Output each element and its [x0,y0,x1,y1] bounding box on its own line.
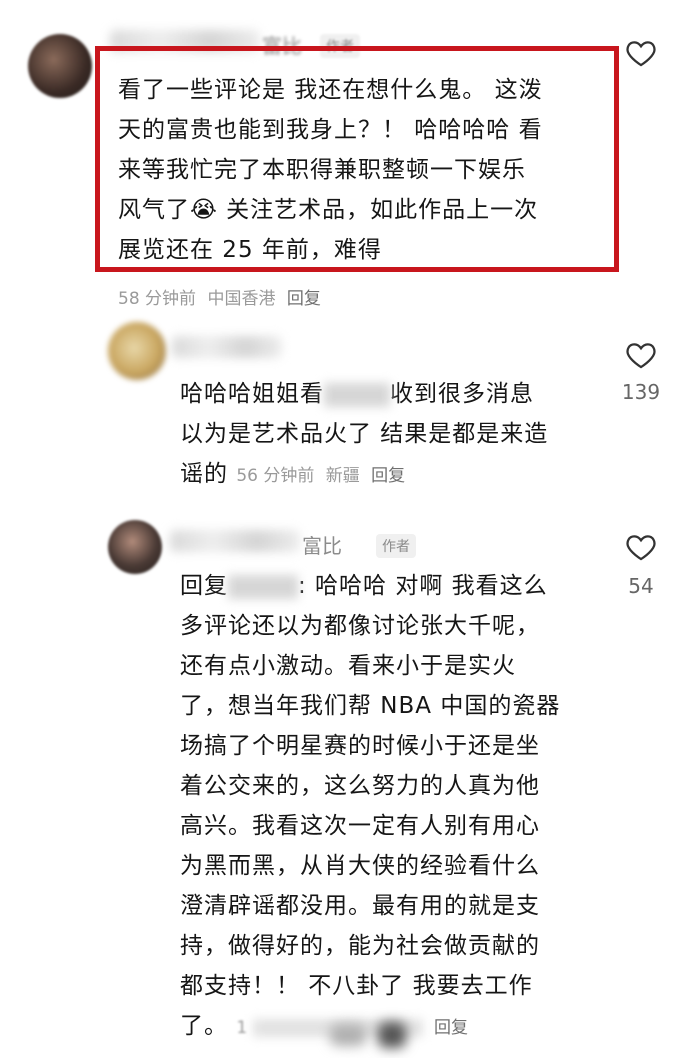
comment-line-end: : 哈哈哈 对啊 我看这么 [298,573,548,599]
blurred-mention [324,382,390,407]
heart-outline-icon[interactable] [624,530,658,564]
blur-overlay [330,1024,366,1046]
comment-line: 多评论还以为都像讨论张大千呢， [180,613,540,639]
comment-line: 都支持！！ 不八卦了 我要去工作 [180,973,533,999]
avatar[interactable] [108,322,166,380]
comment-line: 持，做得好的，能为社会做贡献的 [180,933,540,959]
like-count: 139 [621,380,661,404]
comment-text[interactable]: 回复 : 哈哈哈 对啊 我看这么 多评论还以为都像讨论张大千呢， 还有点小激动。看… [180,566,600,1048]
comment-line: 看了一些评论是 我还在想什么鬼。 这泼 [118,77,543,103]
heart-outline-icon[interactable] [624,338,658,372]
comment-line: 了，想当年我们帮 NBA 中国的瓷器 [180,693,561,719]
comment-line: 天的富贵也能到我身上？！ 哈哈哈哈 看 [118,117,543,143]
location: 新疆 [325,466,360,486]
avatar[interactable] [108,520,162,574]
comment-meta: 58 分钟前 中国香港 回复 [118,284,321,309]
reply-button[interactable]: 回复 [287,289,321,309]
comment-line: 风气了😭 关注艺术品，如此作品上一次 [118,197,539,223]
heart-outline-icon[interactable] [624,36,658,70]
comment-line: 还有点小激动。看来小于是实火 [180,653,516,679]
timestamp-partial: 1 [236,1018,248,1038]
reply-prefix: 回复 [180,573,228,599]
timestamp: 56 分钟前 [236,466,315,486]
avatar[interactable] [28,34,92,98]
comment-text[interactable]: 哈哈哈姐姐看 收到很多消息 以为是艺术品火了 结果是都是来造 谣的 56 分钟前 … [180,374,600,496]
reply-button[interactable]: 回复 [434,1018,468,1038]
comment-line: 高兴。我看这次一定有人别有用心 [180,813,540,839]
comment-line: 来等我忙完了本职得兼职整顿一下娱乐 [118,157,526,183]
comment-line: 哈哈哈姐姐看 收到很多消息 [180,374,600,414]
comment-text[interactable]: 看了一些评论是 我还在想什么鬼。 这泼 天的富贵也能到我身上？！ 哈哈哈哈 看 … [118,70,608,270]
username-suffix[interactable]: 富比 [302,530,342,559]
comment-line-start: 谣的 [180,461,228,487]
comment-line-start: 哈哈哈姐姐看 [180,381,324,407]
comment-line: 谣的 56 分钟前 新疆 回复 [180,454,600,496]
reply-button[interactable]: 回复 [371,466,405,486]
like-count: 54 [628,574,654,598]
username-blurred[interactable] [170,530,300,552]
comment-line: 场搞了个明星赛的时候小于还是坐 [180,733,540,759]
comment-line: 澄清辟谣都没用。最有用的就是支 [180,893,540,919]
blur-overlay [378,1022,406,1048]
comment-line: 回复 : 哈哈哈 对啊 我看这么 [180,566,600,606]
blurred-mention [228,574,298,599]
comment-line-start: 了。 [180,1013,228,1039]
author-badge: 作者 [376,534,416,558]
comment-line: 为黑而黑，从肖大侠的经验看什么 [180,853,540,879]
comment-line: 以为是艺术品火了 结果是都是来造 [180,421,549,447]
comment-line-end: 收到很多消息 [390,381,534,407]
comment-line: 展览还在 25 年前，难得 [118,237,382,263]
comment-meta: 56 分钟前 新疆 回复 [236,466,405,486]
timestamp: 58 分钟前 [118,289,197,309]
comment-line: 着公交来的，这么努力的人真为他 [180,773,540,799]
location: 中国香港 [207,289,276,309]
username-blurred[interactable] [172,336,282,358]
